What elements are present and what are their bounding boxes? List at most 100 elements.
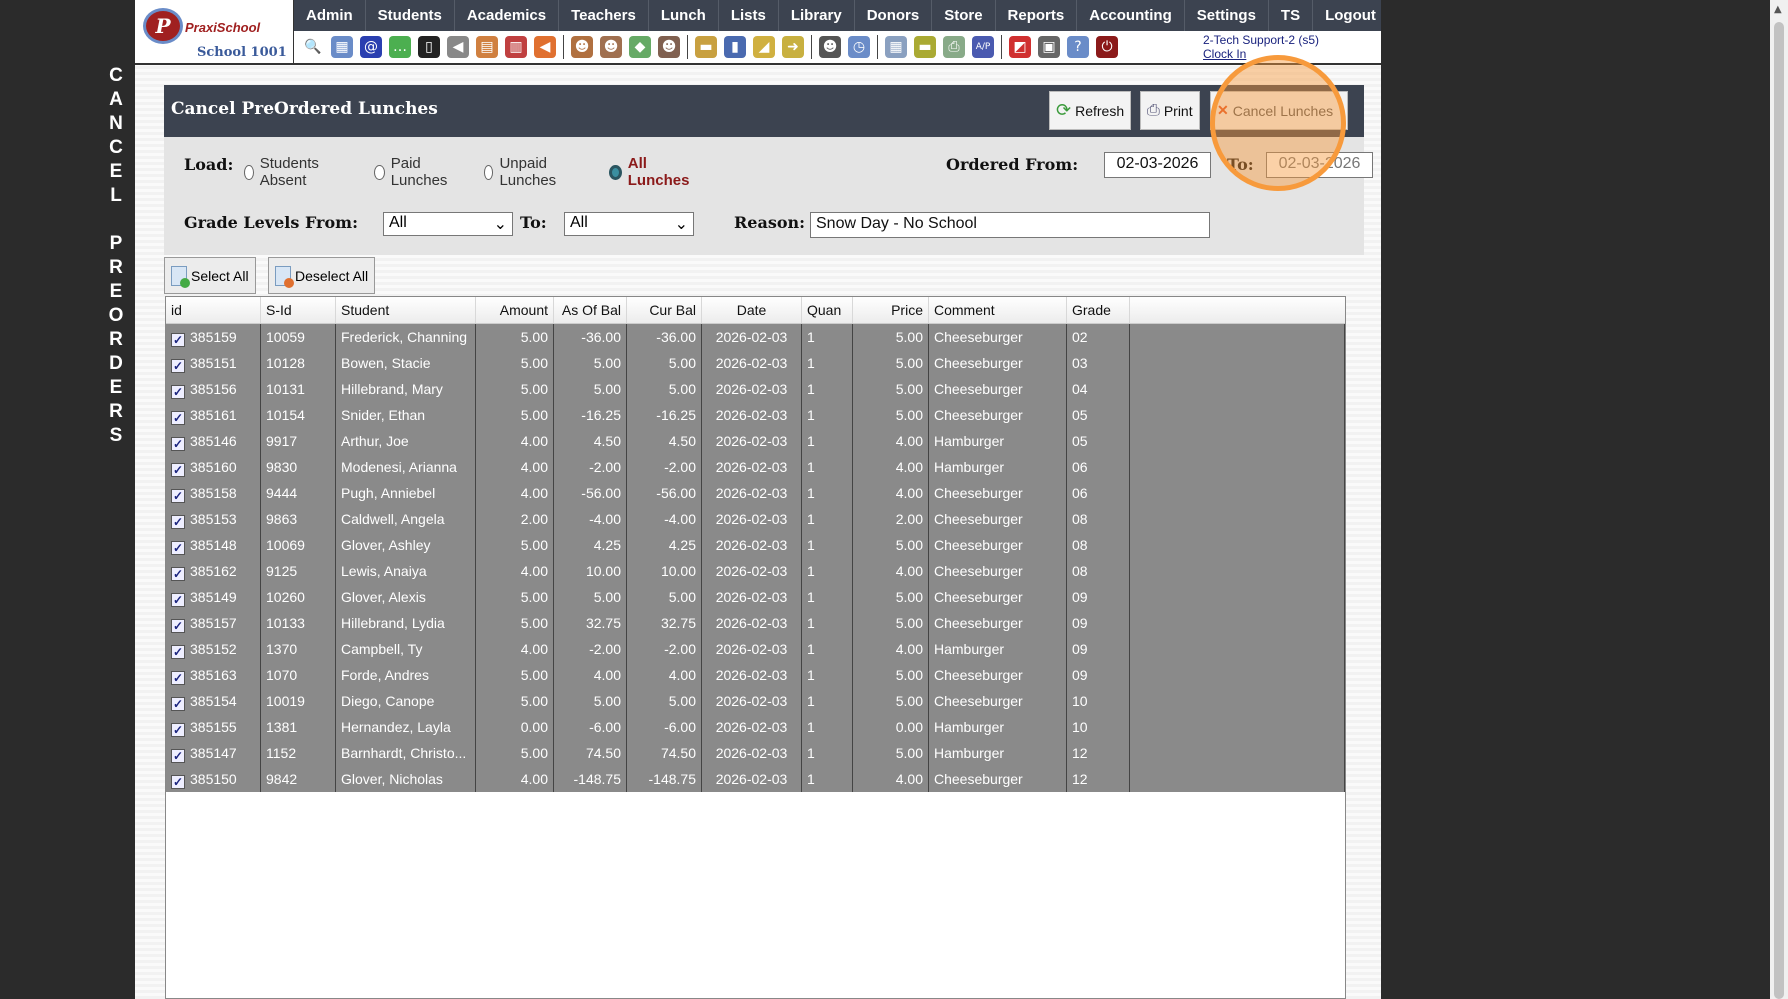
users-icon[interactable]: ☻ — [658, 36, 680, 58]
nav-academics[interactable]: Academics — [455, 0, 560, 31]
table-row[interactable]: ✓ 385150 9842 Glover, Nicholas 4.00 -148.75 -1… — [166, 766, 1345, 792]
export-icon[interactable]: ➜ — [782, 36, 804, 58]
table-row[interactable]: ✓ 385157 10133 Hillebrand, Lydia 5.00 32.75 32… — [166, 610, 1345, 636]
teacher-icon[interactable]: ☻ — [819, 36, 841, 58]
row-checkbox[interactable]: ✓ — [171, 697, 185, 711]
table-row[interactable]: ✓ 385149 10260 Glover, Alexis 5.00 5.00 5.00 20… — [166, 584, 1345, 610]
ap-icon[interactable]: A/P — [972, 36, 994, 58]
radio-button[interactable] — [609, 164, 622, 180]
load-option-unpaid-lunches[interactable]: Unpaid Lunches — [484, 155, 562, 189]
user-add-icon[interactable]: ☻ — [571, 36, 593, 58]
nav-settings[interactable]: Settings — [1185, 0, 1269, 31]
user-icon[interactable]: ☻ — [600, 36, 622, 58]
column-header-quan[interactable]: Quan — [802, 297, 853, 323]
pdf-icon[interactable]: ◩ — [1009, 36, 1031, 58]
refresh-button[interactable]: ⟳ Refresh — [1049, 91, 1132, 130]
cash-register-icon[interactable]: ▣ — [1038, 36, 1060, 58]
table-row[interactable]: ✓ 385151 10128 Bowen, Stacie 5.00 5.00 5.00 202… — [166, 350, 1345, 376]
row-checkbox[interactable]: ✓ — [171, 723, 185, 737]
row-checkbox[interactable]: ✓ — [171, 671, 185, 685]
row-checkbox[interactable]: ✓ — [171, 619, 185, 633]
nav-logout[interactable]: Logout — [1313, 0, 1389, 31]
load-option-all-lunches[interactable]: All Lunches — [609, 155, 692, 189]
column-header-grade[interactable]: Grade — [1067, 297, 1130, 323]
row-checkbox[interactable]: ✓ — [171, 411, 185, 425]
reason-input[interactable]: Snow Day - No School — [810, 212, 1210, 238]
ordered-to-input[interactable]: 02-03-2026 — [1266, 152, 1373, 178]
radio-button[interactable] — [244, 164, 254, 180]
schedule-icon[interactable]: ▤ — [476, 36, 498, 58]
nav-reports[interactable]: Reports — [996, 0, 1078, 31]
speaker-icon[interactable]: ◀ — [447, 36, 469, 58]
row-checkbox[interactable]: ✓ — [171, 775, 185, 789]
row-checkbox[interactable]: ✓ — [171, 567, 185, 581]
hamburger-icon[interactable]: ▬ — [695, 36, 717, 58]
nav-ts[interactable]: TS — [1269, 0, 1314, 31]
tag-icon[interactable]: ◢ — [753, 36, 775, 58]
calculator-icon[interactable]: ▦ — [885, 36, 907, 58]
column-header-s-id[interactable]: S-Id — [261, 297, 336, 323]
table-row[interactable]: ✓ 385146 9917 Arthur, Joe 4.00 4.50 4.50 2026-0… — [166, 428, 1345, 454]
table-row[interactable]: ✓ 385162 9125 Lewis, Anaiya 4.00 10.00 10.00 20… — [166, 558, 1345, 584]
nav-donors[interactable]: Donors — [855, 0, 933, 31]
calendar-icon[interactable]: ▥ — [505, 36, 527, 58]
nav-lists[interactable]: Lists — [719, 0, 779, 31]
column-header-date[interactable]: Date — [702, 297, 802, 323]
nav-library[interactable]: Library — [779, 0, 855, 31]
table-row[interactable]: ✓ 385153 9863 Caldwell, Angela 2.00 -4.00 -4.0… — [166, 506, 1345, 532]
help-icon[interactable]: ? — [1067, 36, 1089, 58]
column-header-id[interactable]: id — [166, 297, 261, 323]
load-option-paid-lunches[interactable]: Paid Lunches — [374, 155, 452, 189]
table-row[interactable]: ✓ 385163 1070 Forde, Andres 5.00 4.00 4.00 2026… — [166, 662, 1345, 688]
table-row[interactable]: ✓ 385159 10059 Frederick, Channing 5.00 -36.0… — [166, 324, 1345, 350]
column-header-comment[interactable]: Comment — [929, 297, 1067, 323]
row-checkbox[interactable]: ✓ — [171, 645, 185, 659]
row-checkbox[interactable]: ✓ — [171, 515, 185, 529]
table-row[interactable]: ✓ 385148 10069 Glover, Ashley 5.00 4.25 4.25 20… — [166, 532, 1345, 558]
row-checkbox[interactable]: ✓ — [171, 489, 185, 503]
nav-lunch[interactable]: Lunch — [649, 0, 719, 31]
row-checkbox[interactable]: ✓ — [171, 593, 185, 607]
printer-money-icon[interactable]: ⎙ — [943, 36, 965, 58]
radio-button[interactable] — [374, 164, 385, 180]
row-checkbox[interactable]: ✓ — [171, 359, 185, 373]
row-checkbox[interactable]: ✓ — [171, 463, 185, 477]
nav-store[interactable]: Store — [932, 0, 996, 31]
chat-add-icon[interactable]: … — [389, 36, 411, 58]
table-row[interactable]: ✓ 385158 9444 Pugh, Anniebel 4.00 -56.00 -56.0… — [166, 480, 1345, 506]
select-all-button[interactable]: Select All — [164, 257, 256, 294]
card-icon[interactable]: ▬ — [914, 36, 936, 58]
logo[interactable]: P PraxiSchool School 1001 — [135, 0, 294, 65]
cancel-lunches-button[interactable]: ✕ Cancel Lunches — [1210, 91, 1348, 130]
nav-students[interactable]: Students — [366, 0, 455, 31]
scroll-up-icon[interactable]: ▲ — [1774, 4, 1782, 15]
table-row[interactable]: ✓ 385161 10154 Snider, Ethan 5.00 -16.25 -16.2… — [166, 402, 1345, 428]
column-header-price[interactable]: Price — [853, 297, 929, 323]
table-row[interactable]: ✓ 385152 1370 Campbell, Ty 4.00 -2.00 -2.00 202… — [166, 636, 1345, 662]
table-row[interactable]: ✓ 385160 9830 Modenesi, Arianna 4.00 -2.00 -2.… — [166, 454, 1345, 480]
column-header-cur-bal[interactable]: Cur Bal — [627, 297, 702, 323]
column-header-as-of-bal[interactable]: As Of Bal — [554, 297, 627, 323]
table-row[interactable]: ✓ 385154 10019 Diego, Canope 5.00 5.00 5.00 202… — [166, 688, 1345, 714]
column-header-student[interactable]: Student — [336, 297, 476, 323]
search-icon[interactable]: 🔍 — [302, 36, 324, 58]
row-checkbox[interactable]: ✓ — [171, 437, 185, 451]
calendar-grid-icon[interactable]: ▦ — [331, 36, 353, 58]
megaphone-icon[interactable]: ◀ — [534, 36, 556, 58]
ordered-from-input[interactable]: 02-03-2026 — [1104, 152, 1211, 178]
table-row[interactable]: ✓ 385147 1152 Barnhardt, Christo... 5.00 74.5… — [166, 740, 1345, 766]
radio-button[interactable] — [484, 164, 494, 180]
clock-in-link[interactable]: Clock In — [1203, 47, 1319, 61]
row-checkbox[interactable]: ✓ — [171, 749, 185, 763]
deselect-all-button[interactable]: Deselect All — [268, 257, 376, 294]
money-icon[interactable]: ◆ — [629, 36, 651, 58]
row-checkbox[interactable]: ✓ — [171, 385, 185, 399]
print-button[interactable]: ⎙ Print — [1140, 91, 1200, 130]
grade-to-select[interactable]: All ⌄ — [564, 212, 694, 236]
grade-from-select[interactable]: All ⌄ — [383, 212, 513, 236]
book-icon[interactable]: ▮ — [724, 36, 746, 58]
table-row[interactable]: ✓ 385156 10131 Hillebrand, Mary 5.00 5.00 5.00… — [166, 376, 1345, 402]
row-checkbox[interactable]: ✓ — [171, 333, 185, 347]
nav-teachers[interactable]: Teachers — [559, 0, 649, 31]
mobile-phone-icon[interactable]: ▯ — [418, 36, 440, 58]
